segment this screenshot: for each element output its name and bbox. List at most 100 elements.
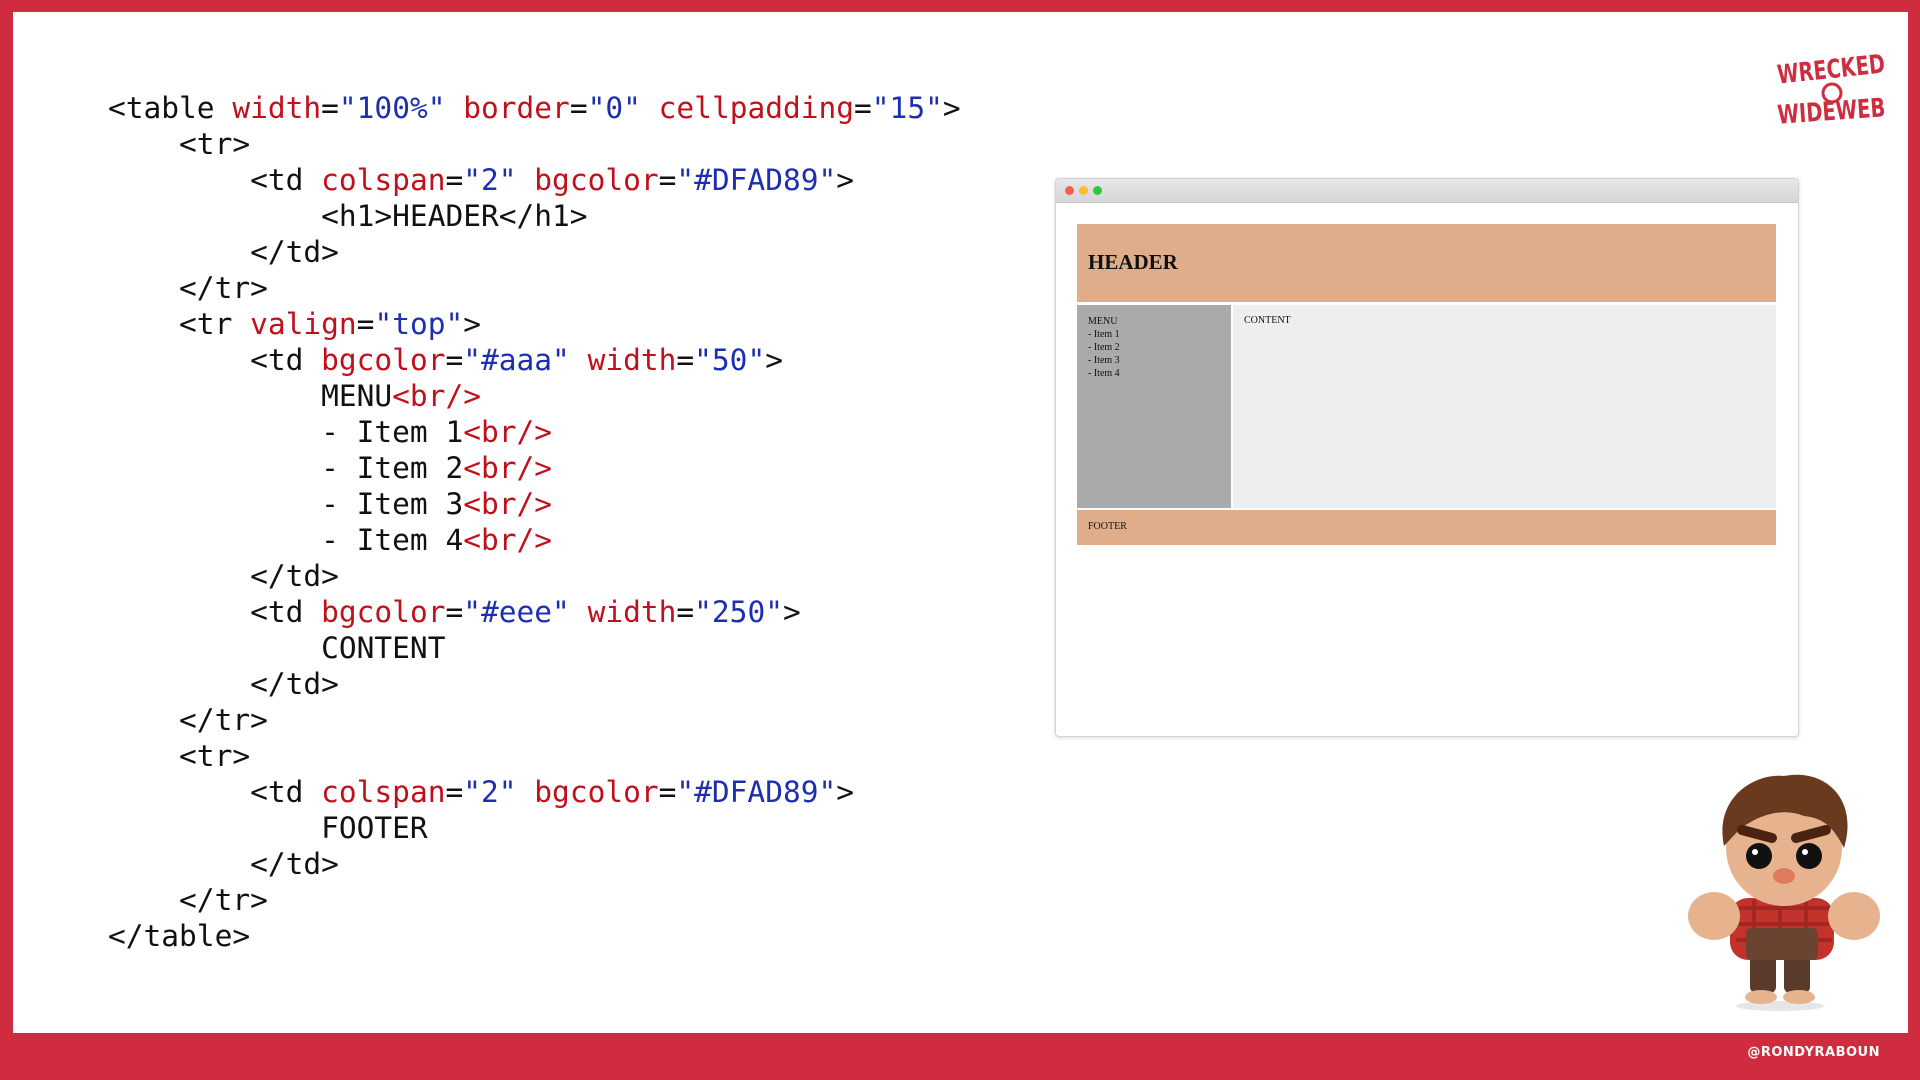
code-token: = xyxy=(356,307,375,341)
browser-window: HEADER MENU - Item 1 - Item 2 - Item 3 -… xyxy=(1055,178,1799,737)
code-token: bgcolor xyxy=(321,595,446,629)
code-line: </td> xyxy=(108,846,961,882)
code-token: colspan xyxy=(321,163,446,197)
code-token: = xyxy=(658,163,677,197)
code-token: <tr xyxy=(108,307,251,341)
code-token: <br/> xyxy=(463,487,553,521)
code-token: "50" xyxy=(694,343,766,377)
code-token: <table xyxy=(108,91,233,125)
code-token: <br/> xyxy=(463,451,553,485)
code-token: </h1> xyxy=(498,199,588,233)
code-token: bgcolor xyxy=(534,163,659,197)
code-line: <td colspan="2" bgcolor="#DFAD89"> xyxy=(108,774,961,810)
code-token: "#eee" xyxy=(463,595,570,629)
code-token: </tr> xyxy=(108,271,268,305)
code-token: "#DFAD89" xyxy=(676,775,837,809)
code-token: width xyxy=(587,595,677,629)
author-handle: @RONDYRABOUN xyxy=(1747,1045,1880,1060)
rendered-header-text: HEADER xyxy=(1088,250,1178,274)
code-line: <tr> xyxy=(108,738,961,774)
code-token: > xyxy=(463,307,482,341)
code-token: - Item 1 xyxy=(108,415,464,449)
code-line: </tr> xyxy=(108,882,961,918)
code-token: <tr> xyxy=(108,739,251,773)
rendered-footer-cell: FOOTER xyxy=(1077,510,1776,545)
code-token: </tr> xyxy=(108,883,268,917)
code-line: <tr> xyxy=(108,126,961,162)
logo-emblem xyxy=(1821,82,1843,104)
code-token: - Item 4 xyxy=(108,523,464,557)
code-token: CONTENT xyxy=(108,631,446,665)
code-line: </td> xyxy=(108,558,961,594)
code-line: MENU<br/> xyxy=(108,378,961,414)
code-line: <tr valign="top"> xyxy=(108,306,961,342)
code-block: <table width="100%" border="0" cellpaddi… xyxy=(108,90,961,954)
code-token: <td xyxy=(108,343,322,377)
code-token: border xyxy=(463,91,570,125)
code-token: "100%" xyxy=(338,91,446,125)
code-line: CONTENT xyxy=(108,630,961,666)
rendered-content-text: CONTENT xyxy=(1244,315,1291,326)
code-token: </td> xyxy=(108,235,339,269)
code-token: = xyxy=(321,91,339,125)
browser-viewport: HEADER MENU - Item 1 - Item 2 - Item 3 -… xyxy=(1056,203,1798,736)
code-line: - Item 3<br/> xyxy=(108,486,961,522)
window-close-dot[interactable] xyxy=(1065,186,1074,195)
code-line: <h1>HEADER</h1> xyxy=(108,198,961,234)
code-token: </td> xyxy=(108,559,339,593)
code-token: <td xyxy=(108,595,322,629)
code-token: "0" xyxy=(587,91,641,125)
code-token: > xyxy=(942,91,961,125)
rendered-header-cell: HEADER xyxy=(1077,224,1776,302)
code-token: = xyxy=(445,595,464,629)
code-line: - Item 2<br/> xyxy=(108,450,961,486)
code-token: FOOTER xyxy=(108,811,428,845)
code-token: = xyxy=(445,343,464,377)
code-token: </td> xyxy=(108,667,339,701)
code-token: width xyxy=(232,91,322,125)
code-line: - Item 1<br/> xyxy=(108,414,961,450)
code-line: </table> xyxy=(108,918,961,954)
code-line: <td bgcolor="#eee" width="250"> xyxy=(108,594,961,630)
window-zoom-dot[interactable] xyxy=(1093,186,1102,195)
code-line: FOOTER xyxy=(108,810,961,846)
code-line: - Item 4<br/> xyxy=(108,522,961,558)
rendered-menu-cell: MENU - Item 1 - Item 2 - Item 3 - Item 4 xyxy=(1077,305,1231,508)
rendered-menu-item: - Item 2 xyxy=(1088,342,1120,353)
code-token: <br/> xyxy=(463,415,553,449)
code-token: > xyxy=(765,343,783,377)
wreck-it-ralph-figure xyxy=(1688,774,1880,1011)
rendered-content-cell: CONTENT xyxy=(1233,305,1776,508)
code-token: <td xyxy=(108,163,322,197)
code-token: > xyxy=(782,595,801,629)
code-token: <h1> xyxy=(108,199,393,233)
code-line: </td> xyxy=(108,234,961,270)
rendered-footer-text: FOOTER xyxy=(1088,521,1127,532)
rendered-menu-item: - Item 1 xyxy=(1088,329,1120,340)
code-token: MENU xyxy=(108,379,393,413)
code-token: = xyxy=(569,91,588,125)
code-token: "#aaa" xyxy=(463,343,570,377)
code-token: "250" xyxy=(694,595,783,629)
code-token: <br/> xyxy=(463,523,553,557)
rendered-menu-title: MENU xyxy=(1088,316,1118,327)
window-minimize-dot[interactable] xyxy=(1079,186,1088,195)
code-token: <tr> xyxy=(108,127,251,161)
code-token: = xyxy=(658,775,677,809)
code-line: <td bgcolor="#aaa" width="50"> xyxy=(108,342,961,378)
rendered-menu-item: - Item 3 xyxy=(1088,355,1120,366)
code-token: valign xyxy=(250,307,357,341)
code-token: </td> xyxy=(108,847,339,881)
code-token: bgcolor xyxy=(321,343,446,377)
code-line: </tr> xyxy=(108,270,961,306)
code-line: </tr> xyxy=(108,702,961,738)
code-token: = xyxy=(445,163,464,197)
code-token: - Item 2 xyxy=(108,451,464,485)
code-token: <td xyxy=(108,775,322,809)
code-line: <td colspan="2" bgcolor="#DFAD89"> xyxy=(108,162,961,198)
